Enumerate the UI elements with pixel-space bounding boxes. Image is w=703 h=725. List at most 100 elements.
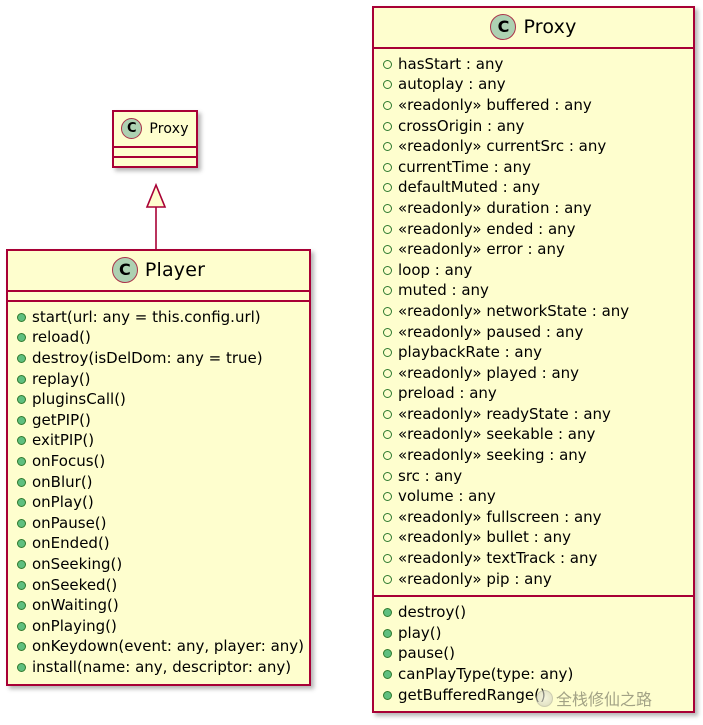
method-row: reload() — [8, 328, 309, 349]
method-row: canPlayType(type: any) — [374, 664, 693, 685]
public-method-marker-icon — [17, 559, 26, 569]
attribute-label: src : any — [398, 466, 463, 485]
class-box-proxy-base[interactable]: C Proxy — [112, 110, 198, 168]
class-icon-letter: C — [127, 121, 137, 136]
public-method-marker-icon — [17, 601, 26, 611]
public-attribute-marker-icon — [383, 245, 392, 255]
class-icon-letter: C — [497, 17, 510, 36]
method-row: getPIP() — [8, 410, 309, 431]
public-method-marker-icon — [383, 628, 392, 638]
public-attribute-marker-icon — [383, 183, 392, 193]
public-method-marker-icon — [17, 353, 26, 363]
class-title-player: C Player — [8, 251, 309, 290]
attribute-label: autoplay : any — [398, 75, 506, 94]
method-label: onWaiting() — [32, 596, 119, 615]
public-attribute-marker-icon — [383, 121, 392, 131]
class-box-player[interactable]: C Player start(url: any = this.config.ur… — [6, 249, 311, 686]
method-row: pluginsCall() — [8, 389, 309, 410]
public-attribute-marker-icon — [383, 471, 392, 481]
public-attribute-marker-icon — [383, 533, 392, 543]
public-method-marker-icon — [17, 580, 26, 590]
method-label: onPause() — [32, 513, 107, 532]
attribute-label: crossOrigin : any — [398, 116, 525, 135]
method-label: play() — [398, 623, 442, 642]
public-method-marker-icon — [17, 539, 26, 549]
public-attribute-marker-icon — [383, 492, 392, 502]
method-row: onBlur() — [8, 472, 309, 493]
class-stereotype-icon: C — [490, 14, 517, 40]
attribute-row: autoplay : any — [374, 75, 693, 96]
method-row: replay() — [8, 369, 309, 390]
public-attribute-marker-icon — [383, 306, 392, 316]
public-attribute-marker-icon — [383, 430, 392, 440]
method-row: onSeeking() — [8, 554, 309, 575]
class-icon-letter: C — [118, 260, 131, 279]
method-label: canPlayType(type: any) — [398, 665, 574, 684]
attribute-label: «readonly» currentSrc : any — [398, 137, 607, 156]
method-row: destroy() — [374, 602, 693, 623]
method-label: getBufferedRange() — [398, 685, 546, 704]
attribute-label: «readonly» seeking : any — [398, 446, 587, 465]
method-label: onSeeked() — [32, 575, 118, 594]
attribute-label: «readonly» pip : any — [398, 569, 552, 588]
public-method-marker-icon — [383, 649, 392, 659]
method-label: onPlay() — [32, 493, 94, 512]
public-attribute-marker-icon — [383, 286, 392, 296]
attribute-label: «readonly» seekable : any — [398, 425, 596, 444]
attribute-label: «readonly» buffered : any — [398, 95, 592, 114]
attribute-row: «readonly» played : any — [374, 363, 693, 384]
attribute-row: «readonly» networkState : any — [374, 301, 693, 322]
class-box-proxy[interactable]: C Proxy hasStart : any autoplay : any «rea… — [372, 6, 695, 714]
method-row: onPlay() — [8, 492, 309, 513]
public-attribute-marker-icon — [383, 368, 392, 378]
attribute-row: volume : any — [374, 486, 693, 507]
attribute-row: src : any — [374, 466, 693, 487]
inheritance-arrow-icon — [145, 183, 167, 253]
attributes-compartment-empty — [114, 148, 196, 156]
attribute-row: «readonly» currentSrc : any — [374, 136, 693, 157]
public-attribute-marker-icon — [383, 451, 392, 461]
method-label: onSeeking() — [32, 554, 123, 573]
attribute-label: volume : any — [398, 487, 496, 506]
attribute-label: «readonly» played : any — [398, 363, 580, 382]
method-row: getBufferedRange() — [374, 685, 693, 706]
public-attribute-marker-icon — [383, 348, 392, 358]
attribute-row: hasStart : any — [374, 54, 693, 75]
method-row: exitPIP() — [8, 431, 309, 452]
attribute-row: «readonly» seekable : any — [374, 425, 693, 446]
method-row: destroy(isDelDom: any = true) — [8, 348, 309, 369]
public-method-marker-icon — [17, 456, 26, 466]
method-label: destroy(isDelDom: any = true) — [32, 348, 263, 367]
class-name-label: Proxy — [149, 120, 189, 137]
public-method-marker-icon — [383, 670, 392, 680]
method-label: onKeydown(event: any, player: any) — [32, 637, 304, 656]
method-row: onEnded() — [8, 534, 309, 555]
attribute-label: preload : any — [398, 384, 497, 403]
method-label: getPIP() — [32, 410, 91, 429]
attribute-label: defaultMuted : any — [398, 178, 541, 197]
method-label: pause() — [398, 644, 455, 663]
public-method-marker-icon — [383, 608, 392, 618]
attribute-label: «readonly» fullscreen : any — [398, 507, 602, 526]
attribute-label: «readonly» paused : any — [398, 322, 584, 341]
attributes-compartment: hasStart : any autoplay : any «readonly» b… — [374, 49, 693, 595]
public-method-marker-icon — [17, 395, 26, 405]
method-row: install(name: any, descriptor: any) — [8, 657, 309, 678]
attribute-row: «readonly» buffered : any — [374, 95, 693, 116]
method-label: start(url: any = this.config.url) — [32, 307, 261, 326]
attribute-row: «readonly» seeking : any — [374, 445, 693, 466]
public-method-marker-icon — [17, 477, 26, 487]
method-label: onBlur() — [32, 472, 93, 491]
method-label: onEnded() — [32, 534, 110, 553]
attribute-row: loop : any — [374, 260, 693, 281]
method-row: onFocus() — [8, 451, 309, 472]
attribute-row: «readonly» duration : any — [374, 198, 693, 219]
public-attribute-marker-icon — [383, 554, 392, 564]
public-attribute-marker-icon — [383, 162, 392, 172]
public-attribute-marker-icon — [383, 574, 392, 584]
attribute-row: «readonly» error : any — [374, 239, 693, 260]
public-attribute-marker-icon — [383, 224, 392, 234]
attribute-row: «readonly» ended : any — [374, 219, 693, 240]
public-attribute-marker-icon — [383, 142, 392, 152]
public-method-marker-icon — [383, 690, 392, 700]
